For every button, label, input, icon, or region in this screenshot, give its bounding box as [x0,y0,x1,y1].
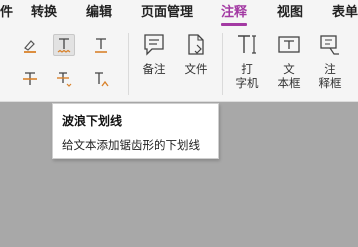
ribbon-separator [128,33,129,95]
textbox-label: 文 本框 [277,62,301,90]
typewriter-icon [238,35,256,54]
file-attachment-button[interactable]: 文件 [180,32,212,76]
replace-text-icon [57,72,72,87]
note-label: 备注 [142,62,166,76]
note-button[interactable]: 备注 [138,32,170,76]
insert-text-icon [95,72,109,87]
replace-text-button[interactable] [53,68,75,90]
tab-view[interactable]: 视图 [277,5,303,23]
textbox-button[interactable]: 文 本框 [274,32,304,90]
ribbon-tab-bar: 件 转换 编辑 页面管理 注释 视图 表单 [0,0,358,26]
highlight-button[interactable] [19,34,41,56]
ribbon-separator [222,33,223,95]
tab-form[interactable]: 表单 [332,5,358,23]
tab-partial[interactable]: 件 [0,5,14,23]
tooltip: 波浪下划线 给文本添加锯齿形的下划线 [52,103,219,159]
underline-button[interactable] [90,34,112,56]
strikethrough-icon [23,72,37,85]
file-attach-icon [188,34,204,55]
tab-convert[interactable]: 转换 [31,5,57,23]
callout-label: 注 释框 [318,62,342,90]
tooltip-description: 给文本添加锯齿形的下划线 [62,138,200,152]
annotate-ribbon: 备注 文件 打 字机 文 本框 注 释框 [0,26,358,102]
speech-bubble-icon [144,34,164,56]
callout-icon [320,35,339,55]
tooltip-title: 波浪下划线 [62,114,123,128]
tab-annotate[interactable]: 注释 [221,5,248,26]
callout-button[interactable]: 注 释框 [315,32,345,90]
textbox-icon [278,36,300,53]
file-label: 文件 [184,62,208,76]
insert-text-button[interactable] [90,68,112,90]
typewriter-label: 打 字机 [235,62,259,90]
typewriter-button[interactable]: 打 字机 [232,32,262,90]
squiggly-underline-icon [57,38,71,53]
squiggly-underline-button[interactable] [53,34,75,56]
highlight-pen-icon [24,40,36,53]
tab-page-management[interactable]: 页面管理 [141,5,193,23]
strikethrough-button[interactable] [19,68,41,90]
underline-icon [95,38,107,53]
tab-edit[interactable]: 编辑 [86,5,112,23]
